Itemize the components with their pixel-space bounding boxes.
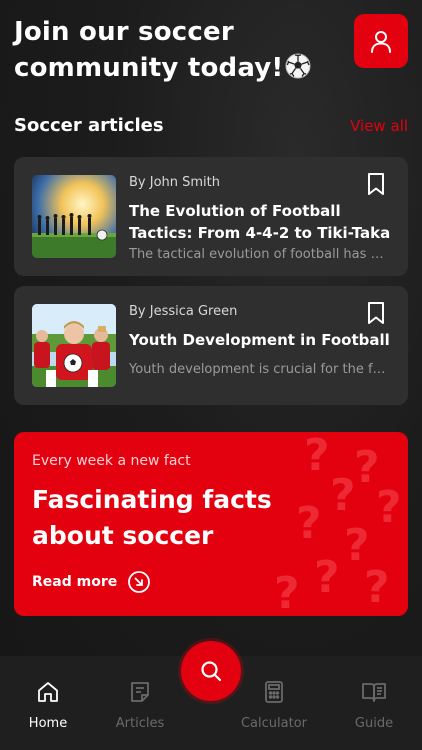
nav-guide[interactable]: Guide <box>332 680 416 731</box>
user-icon <box>371 31 391 53</box>
article-title: Youth Development in Football <box>129 331 390 349</box>
article-thumbnail <box>32 175 116 258</box>
question-mark-decoration: ? <box>330 470 356 521</box>
section-title-articles: Soccer articles <box>14 115 164 136</box>
question-mark-decoration: ? <box>314 552 340 603</box>
read-more-label: Read more <box>32 574 118 590</box>
nav-calculator[interactable]: Calculator <box>232 680 316 731</box>
nav-articles[interactable]: Articles <box>98 680 182 731</box>
app-screen: Join our soccer community today! Soccer … <box>0 0 422 750</box>
question-mark-decoration: ? <box>274 568 300 616</box>
search-button[interactable] <box>181 641 241 701</box>
nav-articles-label: Articles <box>115 716 165 731</box>
nav-guide-label: Guide <box>354 716 394 731</box>
promo-kicker: Every week a new fact <box>32 453 191 469</box>
calculator-icon <box>265 681 283 703</box>
facts-promo-card[interactable]: ? ? ? ? ? ? ? ? ? Every week a new fact … <box>14 432 408 616</box>
bookmark-button[interactable] <box>366 172 386 201</box>
home-icon <box>38 682 58 702</box>
title-line-1: Join our soccer <box>14 17 234 47</box>
article-excerpt: The tactical evolution of football has t… <box>129 247 387 262</box>
question-mark-decoration: ? <box>364 562 390 613</box>
article-excerpt: Youth development is crucial for the fut… <box>129 362 387 377</box>
article-author: By John Smith <box>129 175 221 190</box>
nav-calculator-label: Calculator <box>240 716 307 731</box>
read-more-button[interactable]: Read more <box>32 570 151 594</box>
article-thumbnail <box>32 304 116 387</box>
article-author: By Jessica Green <box>129 304 238 319</box>
nav-home[interactable]: Home <box>6 680 90 731</box>
view-all-link[interactable]: View all <box>350 117 408 135</box>
articles-icon <box>131 682 149 702</box>
nav-home-label: Home <box>28 716 68 731</box>
profile-button[interactable] <box>354 14 408 68</box>
article-title: The Evolution of Football Tactics: From … <box>129 202 391 242</box>
bookmark-button[interactable] <box>366 301 386 330</box>
soccer-ball-icon <box>285 53 311 89</box>
bookmark-icon <box>368 302 384 324</box>
guide-book-icon <box>362 683 386 702</box>
search-icon <box>201 661 222 682</box>
page-title: Join our soccer community today! <box>14 14 334 89</box>
article-card[interactable]: By Jessica Green Youth Development in Fo… <box>14 286 408 405</box>
article-card[interactable]: By John Smith The Evolution of Football … <box>14 157 408 276</box>
question-mark-decoration: ? <box>376 482 402 533</box>
bookmark-icon <box>368 173 384 195</box>
question-mark-decoration: ? <box>304 432 330 481</box>
arrow-circle-icon <box>128 571 151 593</box>
promo-title: Fascinating facts about soccer <box>32 485 272 550</box>
title-line-2: community today! <box>14 53 284 83</box>
